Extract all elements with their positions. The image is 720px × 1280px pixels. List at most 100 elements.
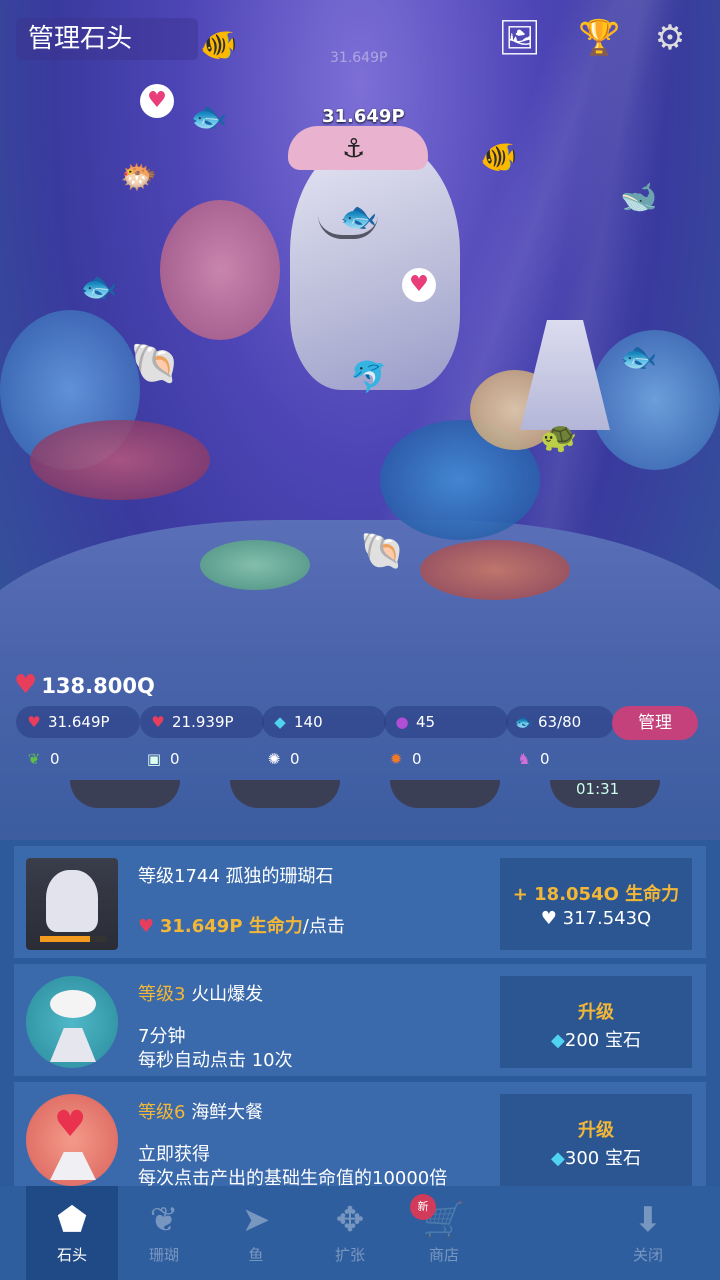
urchin-stat: ✺ 0 [264, 750, 300, 768]
life-cost-label: ♥ 317.543Q [500, 908, 692, 929]
trophy-icon[interactable]: 🏆 [578, 18, 620, 58]
per-second-value: 21.939P [172, 713, 234, 731]
fish-icon[interactable]: 🐠 [200, 28, 237, 63]
tap-value-label: 31.649P [322, 106, 405, 127]
manage-button[interactable]: 管理 [612, 706, 698, 740]
card-title: 等级3 火山爆发 [138, 980, 263, 1006]
gems-value: 140 [294, 713, 323, 731]
urchin-icon: ✺ [267, 750, 281, 768]
seahorse-stat: ♞ 0 [514, 750, 550, 768]
nav-label: 石头 [56, 1246, 87, 1264]
seaweed-value: 0 [50, 750, 60, 768]
nav-label: 商店 [428, 1246, 459, 1264]
clam-icon[interactable]: 🐚 [130, 340, 180, 387]
seaweed-stat: ❦ 0 [24, 750, 60, 768]
level-up-rock-button[interactable]: + 18.054O 生命力 ♥ 317.543Q [500, 858, 692, 950]
heart-bubble-icon[interactable]: ♥ [140, 84, 174, 118]
tap-life-value: 31.649P 生命力 [159, 916, 303, 937]
total-life-value: 138.800Q [41, 674, 155, 698]
card-effect: 每秒自动点击 10次 [138, 1050, 293, 1071]
pearl-icon: ● [395, 713, 409, 731]
card-name: 孤独的珊瑚石 [225, 866, 334, 887]
level-progress-bar [40, 936, 106, 942]
gem-cost-value: 200 宝石 [564, 1030, 641, 1051]
nav-label: 扩张 [334, 1246, 365, 1264]
fish-icon[interactable]: 🐢 [540, 420, 577, 455]
card-level: 等级1744 [138, 866, 220, 887]
stats-bar: ♥ 138.800Q ♥ 31.649P ♥ 21.939P ◆ 140 ● 45 🐟 63… [0, 664, 720, 784]
card-effect-title: 立即获得 [138, 1144, 210, 1165]
nav-rock-tab[interactable]: ⬟ 石头 [26, 1186, 118, 1280]
page-title[interactable]: 管理石头 [16, 18, 198, 60]
fish-icon[interactable]: 🐟 [190, 100, 227, 135]
card-level: 等级3 [138, 984, 186, 1005]
wheel-arc [390, 780, 500, 808]
seafood-upgrade-card: ♥ 等级6 海鲜大餐 立即获得 每次点击产出的基础生命值的10000倍 升级 ◆… [14, 1082, 706, 1194]
expand-icon: ✥ [335, 1200, 365, 1240]
fish-icon[interactable]: 🐠 [480, 140, 517, 175]
life-cost-value: 317.543Q [562, 908, 652, 929]
coral-rock[interactable] [290, 140, 460, 390]
photo-album-icon[interactable]: 🖼 [498, 18, 541, 58]
coral-icon: ❦ [149, 1200, 179, 1240]
nav-close-tab[interactable]: ⬇ 关闭 [602, 1186, 694, 1280]
fish-count-value: 63/80 [538, 713, 582, 731]
coral-orange-bed [420, 540, 570, 600]
gear-icon[interactable]: ⚙ [650, 18, 690, 58]
card-description: ♥ 31.649P 生命力/点击 [138, 912, 345, 938]
fish-icon[interactable]: 🐬 [350, 360, 387, 395]
card-title: 等级1744 孤独的珊瑚石 [138, 862, 334, 888]
gem-cost-label: ◆200 宝石 [500, 1026, 692, 1052]
diamond-icon: ◆ [551, 1030, 565, 1051]
card-name: 火山爆发 [191, 984, 264, 1005]
upgrade-volcano-button[interactable]: 升级 ◆200 宝石 [500, 976, 692, 1068]
rock-thumbnail [26, 858, 118, 950]
heart-icon: ♥ [540, 908, 557, 929]
fish-icon[interactable]: 🐟 [620, 340, 657, 375]
seashell-icon[interactable]: 🐚 [360, 530, 405, 572]
seahorse-value: 0 [540, 750, 550, 768]
heart-bubble-icon[interactable]: ♥ [402, 268, 436, 302]
urchin-value: 0 [290, 750, 300, 768]
volcano-upgrade-card: 等级3 火山爆发 7分钟 每秒自动点击 10次 升级 ◆200 宝石 [14, 964, 706, 1076]
nav-coral-tab[interactable]: ❦ 珊瑚 [118, 1186, 210, 1280]
heart-icon: ♥ [14, 670, 38, 700]
heart-clock-icon: ♥ [151, 713, 165, 731]
nav-expand-tab[interactable]: ✥ 扩张 [304, 1186, 396, 1280]
total-life: ♥ 138.800Q [14, 670, 155, 700]
fish-icon: 🐟 [514, 713, 534, 731]
upgrade-seafood-button[interactable]: 升级 ◆300 宝石 [500, 1094, 692, 1186]
coral-green-bed [200, 540, 310, 590]
life-gain-label: + 18.054O 生命力 [512, 884, 680, 905]
ice-stat: ▣ 0 [144, 750, 180, 768]
wheel-arc [230, 780, 340, 808]
crab-stat: ✹ 0 [386, 750, 422, 768]
nav-label: 关闭 [632, 1246, 663, 1264]
anchor-icon: ⚓ [342, 134, 366, 164]
tap-life-suffix: /点击 [302, 916, 345, 937]
gem-cost-value: 300 宝石 [564, 1148, 641, 1169]
cloud-icon [50, 990, 96, 1018]
heart-icon: ♥ [54, 1104, 87, 1145]
upgrade-panel: 等级1744 孤独的珊瑚石 ♥ 31.649P 生命力/点击 + 18.054O… [0, 840, 720, 1194]
nav-label: 珊瑚 [148, 1246, 179, 1264]
crab-value: 0 [412, 750, 422, 768]
fish-count-stat: 🐟 63/80 [506, 706, 614, 738]
per-tap-value: 31.649P [48, 713, 110, 731]
new-badge: 新 [410, 1194, 436, 1220]
volcano-thumbnail [26, 976, 118, 1068]
card-duration: 7分钟 [138, 1026, 186, 1047]
nav-fish-tab[interactable]: ➤ 鱼 [210, 1186, 302, 1280]
ice-cube-icon: ▣ [146, 750, 162, 768]
wheel-arc [70, 780, 180, 808]
crab-icon: ✹ [389, 750, 403, 768]
fish-icon[interactable]: 🐟 [340, 200, 377, 235]
gems-stat: ◆ 140 [262, 706, 386, 738]
ice-value: 0 [170, 750, 180, 768]
heart-tap-icon: ♥ [138, 916, 155, 937]
pearls-stat: ● 45 [384, 706, 508, 738]
fish-icon[interactable]: 🐡 [120, 160, 157, 195]
upgrade-label: 升级 [578, 1002, 614, 1023]
fish-icon[interactable]: 🐟 [80, 270, 117, 305]
fish-icon[interactable]: 🐋 [620, 180, 657, 215]
